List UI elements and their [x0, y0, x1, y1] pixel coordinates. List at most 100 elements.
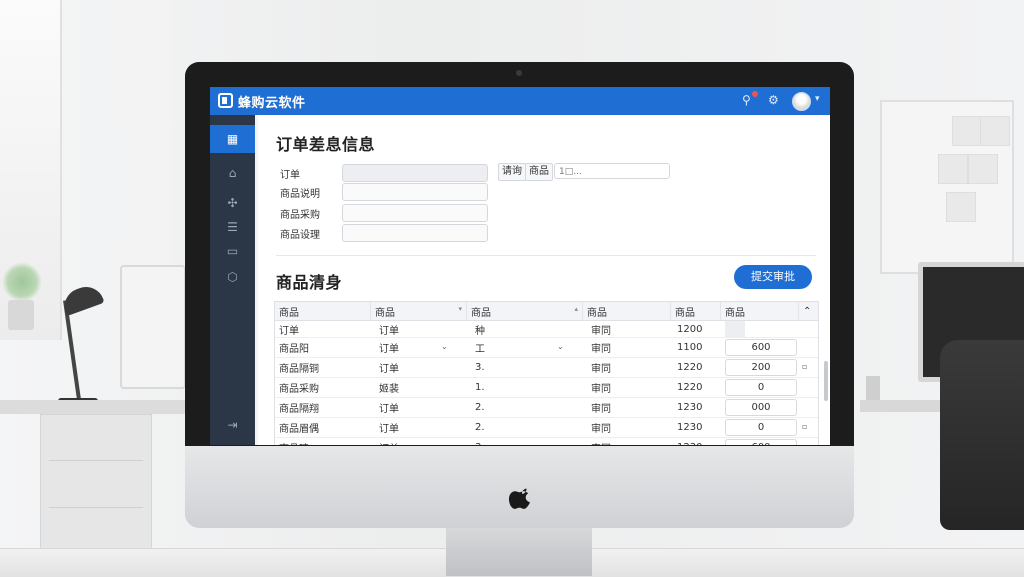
product-list-title: 商品清身 [276, 273, 343, 292]
app-logo-icon [218, 93, 233, 108]
cell-order: 订单 [379, 325, 399, 337]
form-label-order: 订单 [280, 170, 300, 181]
table-row[interactable]: 商品隔铜 订单 3. 审同 1220 200 ▫ [275, 357, 818, 378]
dropdown-icon[interactable]: ⌄ [557, 342, 564, 351]
cell-order: 姬裴 [379, 383, 399, 395]
table-row[interactable]: 商品眉偶 订单 2. 审同 1230 0 ▫ [275, 417, 818, 438]
logout-icon[interactable]: ⇥ [210, 411, 255, 439]
row-menu-icon[interactable]: ▫ [802, 422, 807, 431]
cell-price: 1230 [677, 421, 703, 433]
cell-price: 1220 [677, 381, 703, 393]
table-row[interactable]: 商品采购 姬裴 1. 审同 1220 0 [275, 377, 818, 398]
column-header[interactable]: 商品 [721, 302, 799, 320]
cell-type: 2. [475, 421, 485, 433]
cell-type: 3. [475, 361, 485, 373]
submit-approval-button[interactable]: 提交审批 [734, 265, 812, 289]
background-monitor [120, 265, 186, 389]
cell-order: 订单 [379, 403, 399, 415]
cell-name: 商品隔翔 [279, 403, 319, 415]
settings-icon[interactable]: ⚙ [768, 93, 779, 107]
cell-status: 审同 [587, 437, 611, 446]
query-input[interactable]: 1□... [554, 163, 670, 179]
cell-status: 审同 [591, 383, 611, 395]
inline-label-product: 商品 [525, 163, 553, 181]
cell-price: 1230 [677, 401, 703, 413]
cell-name: 商品眉偶 [279, 423, 319, 435]
cell-qty-empty [725, 321, 745, 337]
form-label-manage: 商品设理 [280, 230, 320, 241]
drawer-cabinet [40, 414, 152, 556]
home-icon[interactable]: ⌂ [210, 159, 255, 187]
quantity-input[interactable]: 0 [725, 419, 797, 436]
quantity-input[interactable]: 600 [725, 339, 797, 356]
description-field[interactable] [342, 183, 488, 201]
cell-type: 种 [475, 325, 485, 337]
cell-type: 2. [475, 401, 485, 413]
quantity-input[interactable]: 0 [725, 379, 797, 396]
cell-price: 1200 [677, 323, 703, 335]
column-header[interactable]: 商品 [583, 302, 671, 320]
avatar[interactable] [792, 92, 811, 111]
product-table: 商品 商品 ▾ 商品 ▴ 商品 商品 商品 ⌃ 订单 订单 种 审同 1200 … [274, 301, 819, 445]
cell-name: 商品隔铜 [279, 363, 319, 375]
cell-status: 审同 [591, 423, 611, 435]
table-row[interactable]: 订单 订单 种 审同 1200 [275, 321, 818, 338]
dashboard-icon[interactable]: ▦ [210, 125, 255, 153]
column-header[interactable]: 商品 ▴ [467, 302, 583, 320]
screen: 蜂购云软件 ⚲ ⚙ ▾ ▦ ⌂ ✣ ☰ ▭ ⬡ ⇥ 订单差息信息 订单 商品说明… [210, 87, 830, 445]
sort-icon[interactable]: ▾ [458, 305, 462, 313]
cell-name: 商品暗 [275, 437, 309, 446]
scrollbar[interactable] [824, 361, 828, 401]
camera [516, 70, 522, 76]
quantity-input[interactable]: 000 [725, 399, 797, 416]
row-menu-icon[interactable]: ▫ [802, 362, 807, 371]
order-info-title: 订单差息信息 [276, 135, 376, 154]
office-chair [940, 340, 1024, 530]
cell-type: 1. [475, 381, 485, 393]
app-title: 蜂购云软件 [238, 96, 306, 111]
form-label-description: 商品说明 [280, 189, 320, 200]
table-row[interactable]: 商品暗 订单 3. 审同 1230 600 [275, 437, 818, 445]
sidebar: ▦ ⌂ ✣ ☰ ▭ ⬡ ⇥ [210, 115, 255, 445]
table-header: 商品 商品 ▾ 商品 ▴ 商品 商品 商品 ⌃ [275, 302, 818, 321]
form-label-purchase: 商品采购 [280, 210, 320, 221]
cell-type: 3. [471, 437, 485, 446]
column-header[interactable]: 商品 [275, 302, 371, 320]
table-row[interactable]: 商品隔翔 订单 2. 审同 1230 000 [275, 397, 818, 418]
inline-label-query: 请询 [498, 163, 526, 181]
column-header[interactable]: 商品 [671, 302, 721, 320]
apple-logo-icon [508, 488, 530, 509]
cell-order: 订单 [375, 437, 399, 446]
cell-status: 审同 [591, 363, 611, 375]
cell-name: 订单 [279, 325, 299, 337]
collapse-icon[interactable]: ⌃ [799, 302, 818, 320]
main-content: 订单差息信息 订单 商品说明 商品采购 商品设理 请询 商品 1□... 商品清… [258, 115, 830, 445]
cell-order: 订单 [379, 363, 399, 375]
table-row[interactable]: 商品阳 订单 ⌄ 工 ⌄ 审同 1100 600 [275, 337, 818, 358]
cell-price: 1100 [677, 341, 703, 353]
manage-field[interactable] [342, 224, 488, 242]
plant-pot [8, 300, 34, 330]
purchase-field[interactable] [342, 204, 488, 222]
cell-type: 工 [475, 343, 485, 355]
divider [276, 255, 816, 256]
chevron-down-icon[interactable]: ▾ [815, 94, 820, 104]
column-header-label: 商品 [375, 307, 395, 319]
order-field[interactable] [342, 164, 488, 182]
cell-price: 1230 [673, 437, 702, 446]
quantity-input[interactable]: 600 [725, 439, 797, 445]
whiteboard [880, 100, 1014, 274]
inbox-icon[interactable]: ▭ [210, 237, 255, 265]
cell-name: 商品阳 [279, 343, 309, 355]
top-bar: 蜂购云软件 ⚲ ⚙ ▾ [210, 87, 830, 115]
cell-name: 商品采购 [279, 383, 319, 395]
dropdown-icon[interactable]: ⌄ [441, 342, 448, 351]
sort-icon[interactable]: ▴ [574, 305, 578, 313]
monitor-stand [446, 528, 592, 576]
box-icon[interactable]: ⬡ [210, 263, 255, 291]
notification-icon[interactable]: ⚲ [742, 93, 751, 107]
quantity-input[interactable]: 200 [725, 359, 797, 376]
plant [2, 262, 42, 302]
column-header[interactable]: 商品 ▾ [371, 302, 467, 320]
cell-status: 审同 [591, 325, 611, 337]
